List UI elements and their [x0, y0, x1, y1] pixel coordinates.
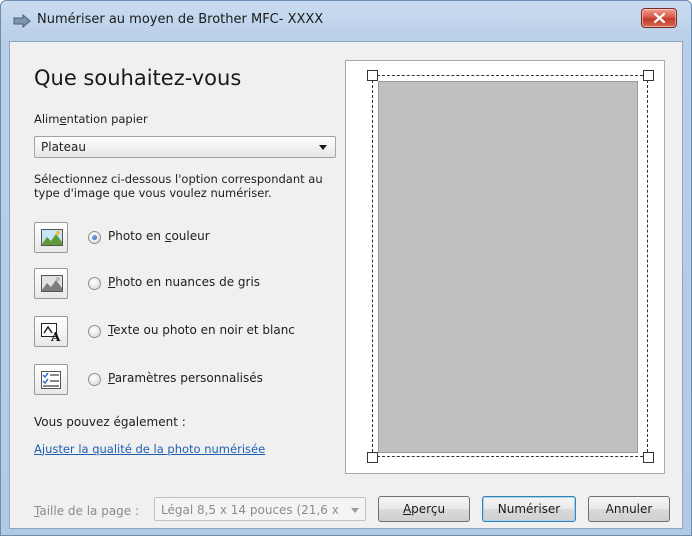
grayscale-photo-button[interactable] [34, 268, 68, 299]
instructions-text: Sélectionnez ci-dessous l'option corresp… [34, 172, 323, 200]
custom-settings-icon [41, 371, 61, 389]
chevron-down-icon [319, 145, 327, 150]
window-title: Numériser au moyen de Brother MFC- XXXX [37, 12, 324, 27]
scan-dialog-window: Numériser au moyen de Brother MFC- XXXX … [0, 0, 692, 536]
close-icon [654, 13, 665, 23]
text-bw-radio[interactable] [88, 325, 101, 338]
scanner-arrow-icon [13, 14, 31, 28]
resize-handle-bottom-left[interactable] [367, 452, 378, 463]
custom-settings-label[interactable]: Paramètres personnalisés [108, 371, 263, 385]
paper-feed-value: Plateau [41, 140, 86, 154]
custom-settings-button[interactable] [34, 364, 68, 395]
chevron-down-icon [351, 508, 359, 513]
close-button[interactable] [641, 8, 677, 28]
resize-handle-top-right[interactable] [643, 70, 654, 81]
resize-handle-top-left[interactable] [367, 70, 378, 81]
cancel-button[interactable]: Annuler [588, 496, 670, 522]
page-size-label: Taille de la page : [34, 504, 140, 518]
resize-handle-bottom-right[interactable] [643, 452, 654, 463]
text-bw-icon: A [41, 323, 61, 342]
svg-text:A: A [50, 330, 61, 342]
text-bw-label[interactable]: Texte ou photo en noir et blanc [108, 323, 295, 337]
scan-preview-area[interactable] [345, 60, 665, 474]
title-bar[interactable]: Numériser au moyen de Brother MFC- XXXX [1, 1, 691, 41]
color-photo-button[interactable] [34, 222, 68, 253]
dialog-body: Que souhaitez-vous Alimentation papier P… [9, 41, 683, 529]
color-photo-label[interactable]: Photo en couleur [108, 229, 210, 243]
grayscale-photo-radio[interactable] [88, 277, 101, 290]
page-size-value: Légal 8,5 x 14 pouces (21,6 x [161, 503, 339, 517]
paper-feed-label: Alimentation papier [34, 112, 148, 126]
scan-button[interactable]: Numériser [482, 496, 576, 522]
paper-feed-select[interactable]: Plateau [34, 136, 336, 158]
also-label: Vous pouvez également : [34, 415, 186, 429]
grayscale-photo-icon [41, 275, 63, 292]
grayscale-photo-label[interactable]: Photo en nuances de gris [108, 275, 260, 289]
scan-area-selection[interactable] [372, 75, 648, 457]
custom-settings-radio[interactable] [88, 373, 101, 386]
color-photo-icon [41, 229, 63, 246]
page-size-select[interactable]: Légal 8,5 x 14 pouces (21,6 x [154, 497, 366, 521]
preview-button[interactable]: Aperçu [378, 496, 470, 522]
color-photo-radio[interactable] [88, 231, 101, 244]
adjust-quality-link[interactable]: Ajuster la qualité de la photo numérisée [34, 442, 265, 456]
text-bw-button[interactable]: A [34, 316, 68, 347]
page-title: Que souhaitez-vous [34, 66, 242, 90]
